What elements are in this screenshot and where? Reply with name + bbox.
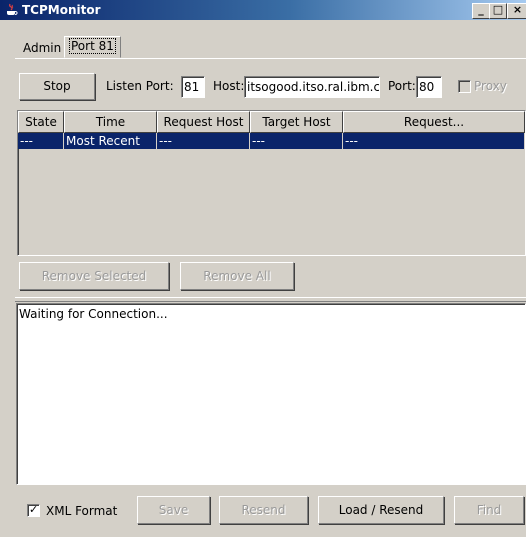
tab-admin[interactable]: Admin xyxy=(19,39,65,57)
log-textarea[interactable]: Waiting for Connection... xyxy=(16,303,526,485)
minimize-icon: _ xyxy=(478,3,484,16)
listen-port-field[interactable]: 81 xyxy=(181,76,205,98)
find-button[interactable]: Find xyxy=(454,496,524,524)
listen-port-label: Listen Port: xyxy=(106,79,174,93)
cell-target-host: --- xyxy=(250,133,343,149)
stop-button-label: Stop xyxy=(43,79,71,93)
tab-port-81[interactable]: Port 81 xyxy=(64,36,121,58)
save-label: Save xyxy=(158,503,189,517)
host-label: Host: xyxy=(213,79,245,93)
connections-table[interactable]: State Time Request Host Target Host Requ… xyxy=(17,110,526,256)
port-label: Port: xyxy=(388,79,416,93)
remove-all-label: Remove All xyxy=(203,269,271,283)
tab-port-81-label: Port 81 xyxy=(69,38,116,54)
close-button[interactable]: × xyxy=(507,3,526,19)
stop-button[interactable]: Stop xyxy=(19,73,95,100)
remove-selected-label: Remove Selected xyxy=(41,269,147,283)
window-title: TCPMonitor xyxy=(22,3,101,17)
resend-button[interactable]: Resend xyxy=(219,496,308,524)
proxy-checkbox[interactable] xyxy=(458,80,471,93)
xml-format-label: XML Format xyxy=(46,504,118,518)
cell-request-host: --- xyxy=(157,133,250,149)
tab-admin-label: Admin xyxy=(23,41,62,55)
port-field[interactable]: 80 xyxy=(416,76,442,98)
close-icon: × xyxy=(512,3,523,16)
maximize-button[interactable]: □ xyxy=(489,3,507,19)
split-pane-divider[interactable] xyxy=(15,297,526,302)
column-header-request-host[interactable]: Request Host xyxy=(157,111,250,133)
cell-time: Most Recent xyxy=(64,133,157,149)
save-button[interactable]: Save xyxy=(137,496,210,524)
host-field[interactable]: itsogood.itso.ral.ibm.c xyxy=(244,76,380,98)
minimize-button[interactable]: _ xyxy=(472,3,490,19)
tab-divider xyxy=(15,58,526,59)
column-header-time[interactable]: Time xyxy=(64,111,157,133)
maximize-icon: □ xyxy=(492,3,504,16)
table-row[interactable]: --- Most Recent --- --- --- xyxy=(18,133,525,149)
title-bar[interactable]: TCPMonitor _ □ × xyxy=(0,0,526,20)
xml-format-checkbox[interactable]: ✓ xyxy=(27,503,40,517)
cell-request: --- xyxy=(343,133,525,149)
resend-label: Resend xyxy=(241,503,286,517)
remove-all-button[interactable]: Remove All xyxy=(180,262,294,290)
cell-state: --- xyxy=(18,133,64,149)
log-text: Waiting for Connection... xyxy=(19,307,168,321)
java-cup-icon xyxy=(7,3,18,15)
remove-selected-button[interactable]: Remove Selected xyxy=(19,262,169,290)
column-header-target-host[interactable]: Target Host xyxy=(250,111,343,133)
column-header-state[interactable]: State xyxy=(18,111,64,133)
proxy-label: Proxy xyxy=(474,79,507,93)
checkmark-icon: ✓ xyxy=(29,503,39,516)
load-resend-label: Load / Resend xyxy=(338,503,424,517)
table-header: State Time Request Host Target Host Requ… xyxy=(18,111,525,133)
find-label: Find xyxy=(476,503,502,517)
column-header-request[interactable]: Request... xyxy=(343,111,525,133)
load-resend-button[interactable]: Load / Resend xyxy=(318,496,444,524)
